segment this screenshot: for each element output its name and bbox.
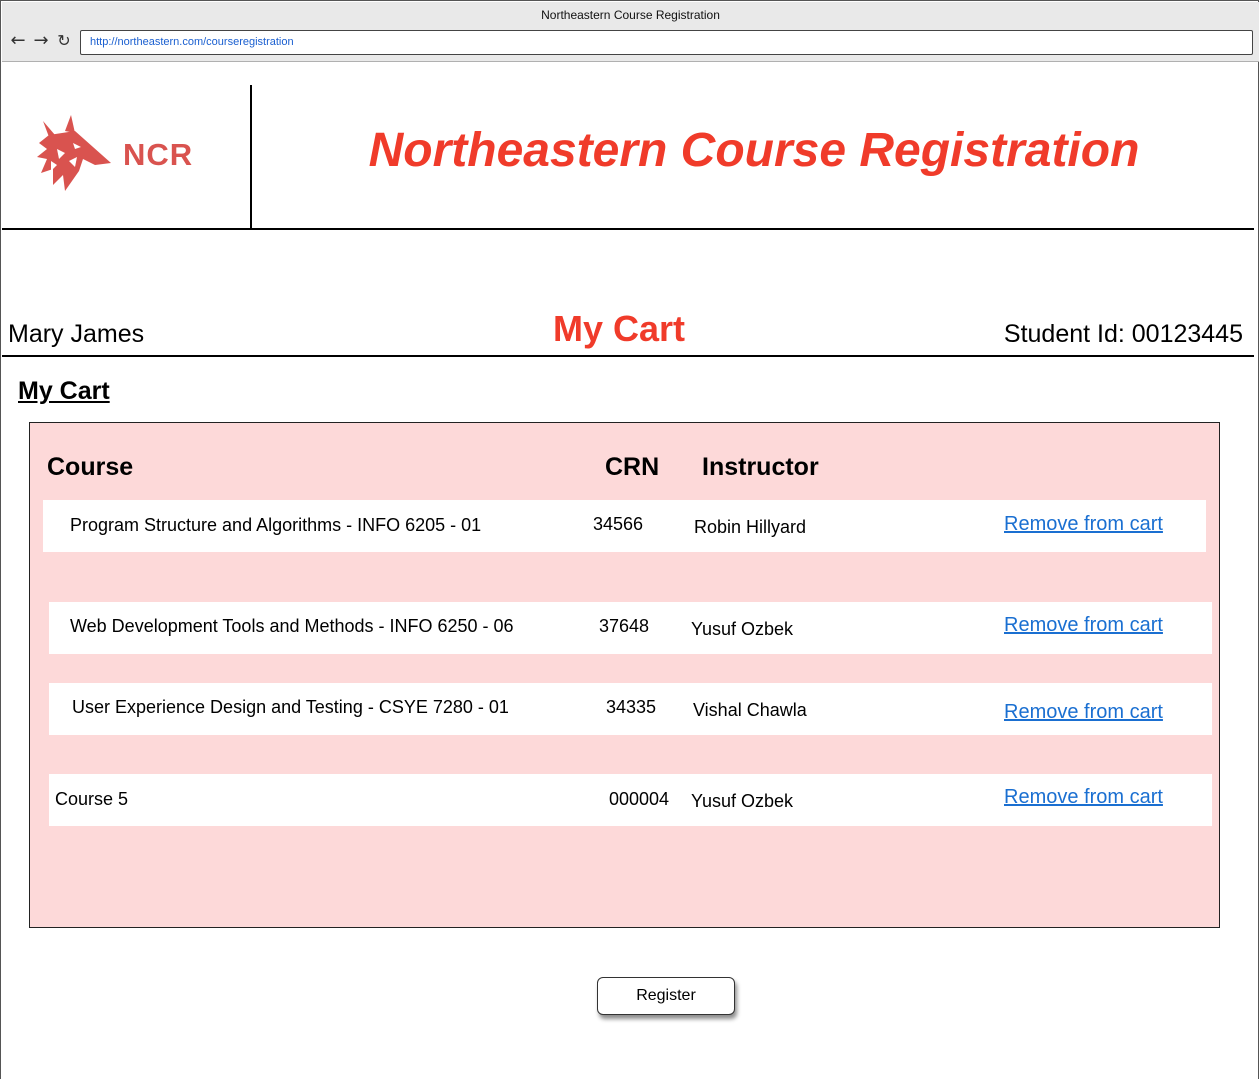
crn-value: 37648	[599, 616, 650, 636]
student-id: Student Id: 00123445	[1003, 320, 1243, 348]
remove-from-cart-link[interactable]: Remove from cart	[1004, 513, 1163, 536]
course-name: Course 5	[55, 789, 129, 809]
browser-toolbar: Northeastern Course Registration ← → ↻ h…	[2, 2, 1259, 62]
cart-panel: Course CRN Instructor Program Structure …	[29, 422, 1220, 928]
cart-row: Program Structure and Algorithms - INFO …	[43, 500, 1206, 552]
arrow-right-icon[interactable]: →	[31, 30, 51, 52]
cart-row: Course 5 000004 Yusuf Ozbek Remove from …	[49, 774, 1212, 826]
column-header-instructor: Instructor	[702, 453, 819, 481]
column-header-crn: CRN	[605, 453, 660, 481]
reload-icon[interactable]: ↻	[54, 30, 74, 52]
address-bar[interactable]: http://northeastern.com/courseregistrati…	[80, 30, 1253, 55]
remove-from-cart-link[interactable]: Remove from cart	[1004, 614, 1163, 637]
register-button[interactable]: Register	[597, 977, 735, 1015]
instructor-name: Yusuf Ozbek	[691, 619, 794, 639]
course-name: Program Structure and Algorithms - INFO …	[70, 515, 482, 535]
logo-text: NCR	[123, 137, 194, 172]
cart-row: User Experience Design and Testing - CSY…	[49, 683, 1212, 735]
course-name: Web Development Tools and Methods - INFO…	[70, 616, 514, 636]
arrow-left-icon[interactable]: ←	[8, 30, 28, 52]
instructor-name: Vishal Chawla	[693, 700, 807, 720]
crn-value: 34335	[606, 697, 657, 717]
window-title: Northeastern Course Registration	[541, 8, 720, 22]
remove-from-cart-link[interactable]: Remove from cart	[1004, 701, 1163, 724]
cart-row: Web Development Tools and Methods - INFO…	[49, 602, 1212, 654]
course-name: User Experience Design and Testing - CSY…	[72, 697, 509, 717]
crn-value: 000004	[609, 789, 670, 809]
user-bar: Mary James My Cart Student Id: 00123445	[2, 301, 1254, 357]
logo[interactable]: NCR	[2, 85, 252, 228]
browser-window: Northeastern Course Registration ← → ↻ h…	[0, 0, 1259, 1079]
section-title: My Cart	[18, 377, 110, 405]
instructor-name: Yusuf Ozbek	[691, 791, 794, 811]
remove-from-cart-link[interactable]: Remove from cart	[1004, 786, 1163, 809]
wolf-icon	[37, 115, 111, 191]
page-heading-text: My Cart	[552, 308, 686, 349]
instructor-name: Robin Hillyard	[694, 517, 807, 537]
site-header: NCR Northeastern Course Registration	[2, 85, 1254, 230]
site-title: Northeastern Course Registration	[368, 124, 1140, 177]
crn-value: 34566	[593, 514, 644, 534]
column-header-course: Course	[47, 453, 134, 481]
